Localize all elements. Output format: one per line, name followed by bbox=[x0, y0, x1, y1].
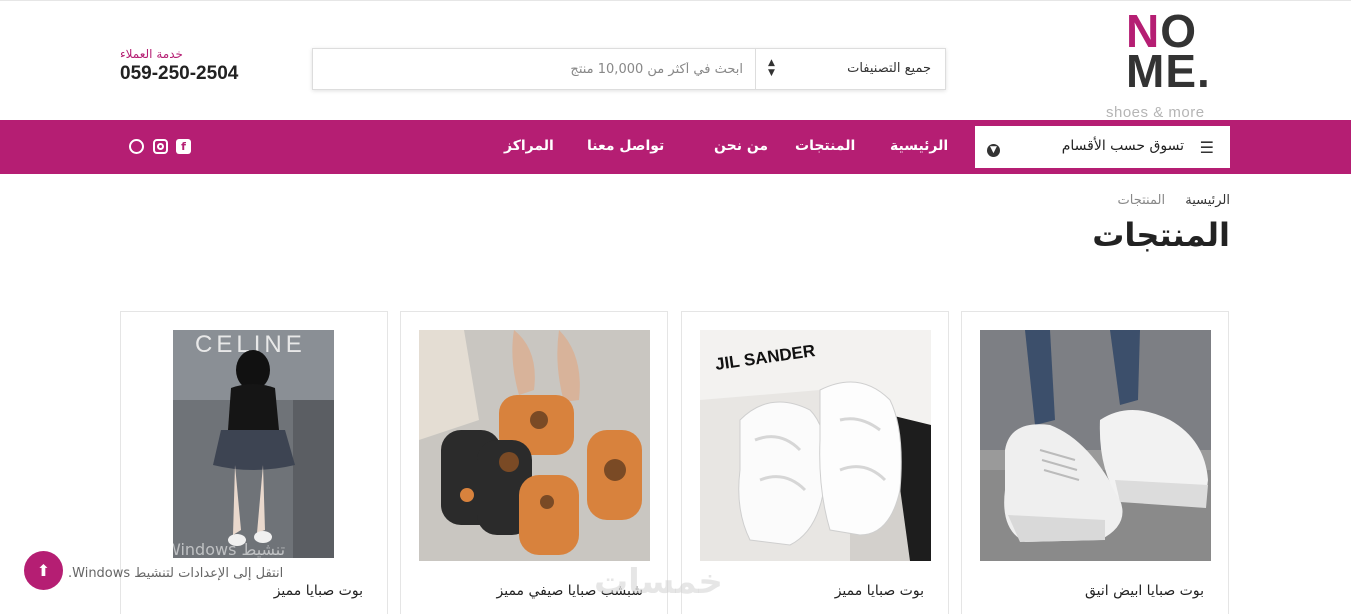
product-name[interactable]: بوت صبايا مميز bbox=[835, 583, 924, 599]
menu-icon: ☰ bbox=[1199, 138, 1214, 157]
scroll-to-top-button[interactable]: ⬆ bbox=[24, 551, 63, 590]
product-card[interactable]: بوت صبايا ابيض انيق bbox=[961, 311, 1229, 614]
windows-activation-text: انتقل إلى الإعدادات لتنشيط Windows. bbox=[68, 566, 284, 581]
shop-by-category-button[interactable]: ☰ تسوق حسب الأقسام ▼ bbox=[975, 126, 1230, 168]
breadcrumb-home[interactable]: الرئيسية bbox=[1185, 193, 1230, 208]
customer-service-phone[interactable]: 059-250-2504 bbox=[120, 63, 260, 85]
facebook-icon[interactable]: f bbox=[176, 139, 191, 154]
nav-link-home[interactable]: الرئيسية bbox=[890, 138, 948, 154]
site-watermark: خمسات bbox=[594, 562, 723, 602]
product-image[interactable] bbox=[419, 330, 650, 561]
category-select[interactable]: جميع التصنيفات ▲ ▼ bbox=[755, 49, 945, 89]
product-image[interactable] bbox=[980, 330, 1211, 561]
select-arrows-icon: ▲ ▼ bbox=[768, 58, 775, 78]
arrow-up-icon: ⬆ bbox=[36, 561, 51, 580]
customer-service: خدمة العملاء 059-250-2504 bbox=[120, 47, 260, 85]
search-input[interactable] bbox=[323, 56, 743, 82]
instagram-icon[interactable] bbox=[153, 139, 168, 154]
product-image[interactable]: CELINE bbox=[173, 330, 334, 558]
category-select-value: جميع التصنيفات bbox=[847, 61, 931, 76]
breadcrumb-current: المنتجات bbox=[1117, 193, 1166, 208]
arrow-down-circle-icon: ▼ bbox=[987, 144, 1000, 157]
site-header: NO ME. shoes & more جميع التصنيفات ▲▼ خد… bbox=[0, 0, 1351, 121]
logo-mark: NO ME. bbox=[1126, 5, 1211, 97]
nav-link-contact[interactable]: تواصل معنا bbox=[587, 138, 664, 154]
page-title: المنتجات bbox=[1092, 216, 1230, 254]
nav-link-about[interactable]: من نحن bbox=[714, 138, 768, 154]
shop-by-category-label: تسوق حسب الأقسام bbox=[1061, 138, 1184, 154]
whatsapp-icon[interactable] bbox=[129, 139, 144, 154]
logo-tagline: shoes & more bbox=[1106, 104, 1205, 121]
brand-logo[interactable]: NO ME. shoes & more bbox=[1100, 5, 1235, 121]
nav-link-products[interactable]: المنتجات bbox=[795, 138, 855, 154]
windows-activation-title: Windows تنشيط bbox=[165, 540, 286, 559]
breadcrumb: الرئيسية المنتجات bbox=[1118, 193, 1230, 208]
search-bar: جميع التصنيفات ▲ ▼ bbox=[312, 48, 946, 90]
product-name[interactable]: بوت صبايا مميز bbox=[274, 583, 363, 599]
product-image[interactable]: JIL SANDER bbox=[700, 330, 931, 561]
customer-service-label: خدمة العملاء bbox=[120, 47, 183, 61]
nav-link-centers[interactable]: المراكز bbox=[504, 138, 554, 154]
main-nav: ☰ تسوق حسب الأقسام ▼ الرئيسية المنتجات م… bbox=[0, 120, 1351, 174]
product-name[interactable]: بوت صبايا ابيض انيق bbox=[1085, 583, 1204, 599]
